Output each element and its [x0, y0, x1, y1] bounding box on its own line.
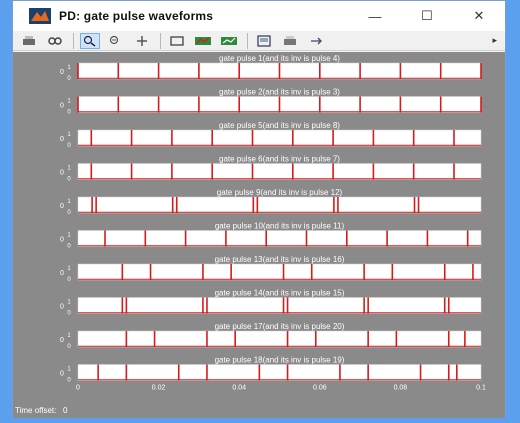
- y-axis-label: 0: [60, 270, 64, 277]
- y-tick-label: 0: [67, 143, 71, 149]
- time-offset-value: 0: [63, 406, 68, 415]
- y-axis-label: 0: [60, 304, 64, 311]
- y-tick-label: 0: [67, 277, 71, 283]
- toolbar: ▸: [13, 31, 505, 51]
- pan-icon[interactable]: [132, 33, 152, 49]
- y-axis-label: 0: [60, 371, 64, 378]
- panel-axes: [77, 230, 482, 247]
- y-tick-label: 1: [67, 132, 71, 138]
- y-axis-label: 0: [60, 103, 64, 110]
- copy-icon[interactable]: [219, 33, 239, 49]
- y-axis-label: 0: [60, 237, 64, 244]
- toolbar-separator: [73, 32, 74, 49]
- x-tick-label: 0.04: [232, 385, 246, 392]
- figure-window: PD: gate pulse waveforms — ☐ ✕ ▸ gate pu…: [12, 0, 506, 418]
- matlab-icon: [29, 8, 51, 24]
- time-offset-label: Time offset:: [15, 406, 57, 415]
- y-tick-label: 1: [67, 65, 71, 71]
- panel-title: gate pulse 9(and its inv is pulse 12): [217, 188, 343, 197]
- close-button[interactable]: ✕: [453, 1, 505, 31]
- plot-area: gate pulse 1(and its inv is pulse 4) 1 0 0 g…: [13, 52, 505, 418]
- panel-title: gate pulse 2(and its inv is pulse 3): [219, 88, 340, 97]
- hook-icon[interactable]: [306, 33, 326, 49]
- y-tick-label: 1: [67, 166, 71, 172]
- y-tick-label: 0: [67, 177, 71, 183]
- x-tick-label: 0.1: [476, 385, 486, 392]
- export-icon[interactable]: [280, 33, 300, 49]
- fit-icon[interactable]: [167, 33, 187, 49]
- panel-title: gate pulse 5(and its inv is pulse 8): [219, 121, 340, 130]
- panel-title: gate pulse 17(and its inv is pulse 20): [215, 322, 345, 331]
- minimize-button[interactable]: —: [349, 1, 401, 31]
- y-tick-label: 1: [67, 233, 71, 239]
- y-tick-label: 0: [67, 311, 71, 317]
- time-offset-readout: Time offset: 0: [15, 406, 67, 415]
- panel-title: gate pulse 10(and its inv is pulse 11): [215, 222, 345, 231]
- title-bar[interactable]: PD: gate pulse waveforms — ☐ ✕: [13, 1, 505, 31]
- config-icon[interactable]: [254, 33, 274, 49]
- save-icon[interactable]: [193, 33, 213, 49]
- y-axis-label: 0: [60, 170, 64, 177]
- x-tick-label: 0: [76, 385, 80, 392]
- toolbar-overflow-icon[interactable]: ▸: [492, 35, 497, 46]
- y-tick-label: 0: [67, 210, 71, 216]
- x-tick-label: 0.06: [313, 385, 327, 392]
- panel-title: gate pulse 14(and its inv is pulse 15): [215, 289, 345, 298]
- maximize-button[interactable]: ☐: [401, 1, 453, 31]
- y-tick-label: 0: [67, 244, 71, 250]
- panel-axes: [77, 196, 482, 214]
- print-icon[interactable]: [19, 33, 39, 49]
- y-tick-label: 1: [67, 300, 71, 306]
- y-tick-label: 1: [67, 199, 71, 205]
- window-title: PD: gate pulse waveforms: [59, 9, 214, 23]
- panel-title: gate pulse 6(and its inv is pulse 7): [219, 155, 340, 164]
- panel-title: gate pulse 13(and its inv is pulse 16): [215, 255, 345, 264]
- y-tick-label: 0: [67, 110, 71, 116]
- y-tick-label: 0: [67, 344, 71, 350]
- scope-plots[interactable]: gate pulse 1(and its inv is pulse 4)100g…: [13, 52, 505, 418]
- panel-title: gate pulse 1(and its inv is pulse 4): [219, 54, 340, 63]
- panel-axes: [77, 163, 482, 180]
- panel-axes: [77, 330, 482, 348]
- y-axis-label: 0: [60, 337, 64, 344]
- y-tick-label: 1: [67, 266, 71, 272]
- link-icon[interactable]: [45, 33, 65, 49]
- panel-axes: [77, 263, 482, 281]
- y-tick-label: 0: [67, 76, 71, 82]
- y-tick-label: 1: [67, 99, 71, 105]
- y-tick-label: 1: [67, 367, 71, 373]
- panel-axes: [77, 297, 482, 314]
- y-tick-label: 0: [67, 378, 71, 384]
- y-axis-label: 0: [60, 203, 64, 210]
- y-axis-label: 0: [60, 136, 64, 143]
- x-tick-label: 0.08: [394, 385, 408, 392]
- y-tick-label: 1: [67, 333, 71, 339]
- toolbar-separator: [247, 32, 248, 49]
- zoom-out-icon[interactable]: [106, 33, 126, 49]
- zoom-in-icon[interactable]: [80, 32, 100, 49]
- panel-title: gate pulse 18(and its inv is pulse 19): [215, 356, 345, 365]
- toolbar-separator: [160, 32, 161, 49]
- y-axis-label: 0: [60, 69, 64, 76]
- panel-axes: [77, 129, 482, 147]
- x-tick-label: 0.02: [152, 385, 166, 392]
